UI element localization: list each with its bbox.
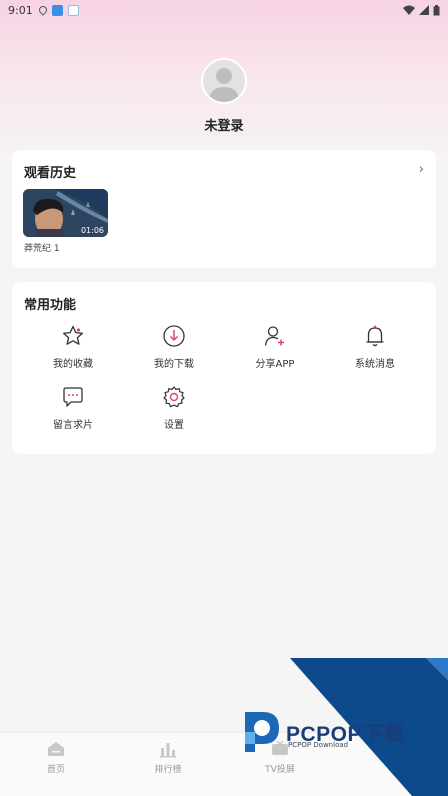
share-app-label: 分享APP xyxy=(255,359,295,370)
app-notification-icon xyxy=(51,4,63,16)
settings-button[interactable]: 设置 xyxy=(124,385,224,431)
share-user-icon xyxy=(264,326,284,346)
tab-home-label: 首页 xyxy=(46,765,65,775)
favorites-button[interactable]: 我的收藏 xyxy=(23,324,123,370)
history-title: 观看历史 xyxy=(24,166,77,181)
downloads-label: 我的下载 xyxy=(154,359,194,370)
favorites-label: 我的收藏 xyxy=(53,359,93,370)
avatar[interactable] xyxy=(201,58,247,104)
functions-title: 常用功能 xyxy=(24,298,77,313)
download-icon xyxy=(163,325,185,347)
signal-icon xyxy=(419,5,429,15)
system-messages-label: 系统消息 xyxy=(355,359,395,370)
star-icon xyxy=(62,325,84,345)
wifi-icon xyxy=(403,5,415,15)
downloads-button[interactable]: 我的下载 xyxy=(124,324,224,370)
default-avatar-icon xyxy=(209,68,239,102)
request-movie-label: 留言求片 xyxy=(53,420,93,431)
tab-home[interactable]: 首页 xyxy=(11,739,101,775)
history-item-label[interactable]: 莽荒纪 1 xyxy=(24,241,60,254)
login-status[interactable]: 未登录 xyxy=(0,115,448,134)
video-duration: 01:06 xyxy=(80,226,104,235)
tab-ranking[interactable]: 排行榜 xyxy=(123,739,213,775)
chart-icon xyxy=(160,743,176,758)
system-messages-button[interactable]: 系统消息 xyxy=(325,324,425,370)
bell-icon xyxy=(366,325,384,347)
watch-history-card: 观看历史 › 01:06 莽荒纪 1 xyxy=(12,150,436,268)
tab-ranking-label: 排行榜 xyxy=(154,765,182,775)
message-icon xyxy=(63,387,83,407)
location-icon xyxy=(37,4,49,16)
settings-label: 设置 xyxy=(164,420,184,431)
history-thumbnail[interactable]: 01:06 xyxy=(23,189,108,237)
gear-icon xyxy=(163,386,185,408)
watermark-subtitle: PCPOP Download xyxy=(288,741,349,749)
status-bar: 9:01 xyxy=(0,0,448,20)
share-app-button[interactable]: 分享APP xyxy=(225,324,325,370)
battery-icon xyxy=(433,4,440,15)
watermark-logo-icon xyxy=(245,712,279,752)
request-movie-button[interactable]: 留言求片 xyxy=(23,385,123,431)
status-time: 9:01 xyxy=(8,3,33,17)
history-more-arrow[interactable]: › xyxy=(419,162,424,177)
home-icon xyxy=(48,742,64,756)
common-functions-card: 常用功能 我的收藏 我的下载 分享APP 系统消息 留言求片 设置 xyxy=(12,282,436,454)
app-notification-icon-2 xyxy=(67,4,79,16)
